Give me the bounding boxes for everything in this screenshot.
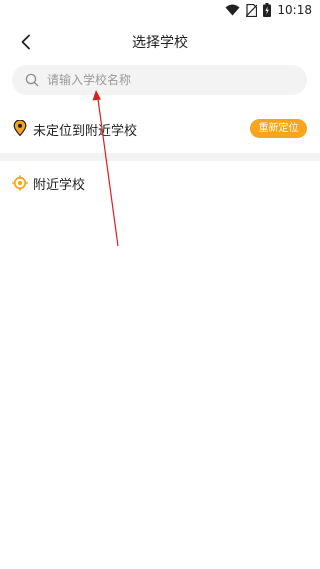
status-bar: 10:18 <box>0 0 320 24</box>
no-sim-icon <box>246 3 258 17</box>
map-pin-icon <box>13 119 27 137</box>
nav-bar: 选择学校 <box>0 24 320 60</box>
search-icon <box>25 73 39 87</box>
section-divider <box>0 153 320 161</box>
relocate-button[interactable]: 重新定位 <box>250 119 307 138</box>
search-box[interactable] <box>12 65 307 95</box>
wifi-icon <box>225 4 240 16</box>
search-input[interactable] <box>47 73 277 87</box>
location-row: 未定位到附近学校 重新定位 <box>0 112 320 144</box>
location-status-text: 未定位到附近学校 <box>33 124 138 139</box>
location-target-icon <box>12 175 28 191</box>
nearby-schools-title: 附近学校 <box>33 178 86 193</box>
page-title: 选择学校 <box>132 35 188 51</box>
status-icons: 10:18 <box>225 3 312 17</box>
nearby-schools-header: 附近学校 <box>0 170 320 196</box>
status-time: 10:18 <box>277 3 312 17</box>
battery-icon <box>263 3 272 17</box>
